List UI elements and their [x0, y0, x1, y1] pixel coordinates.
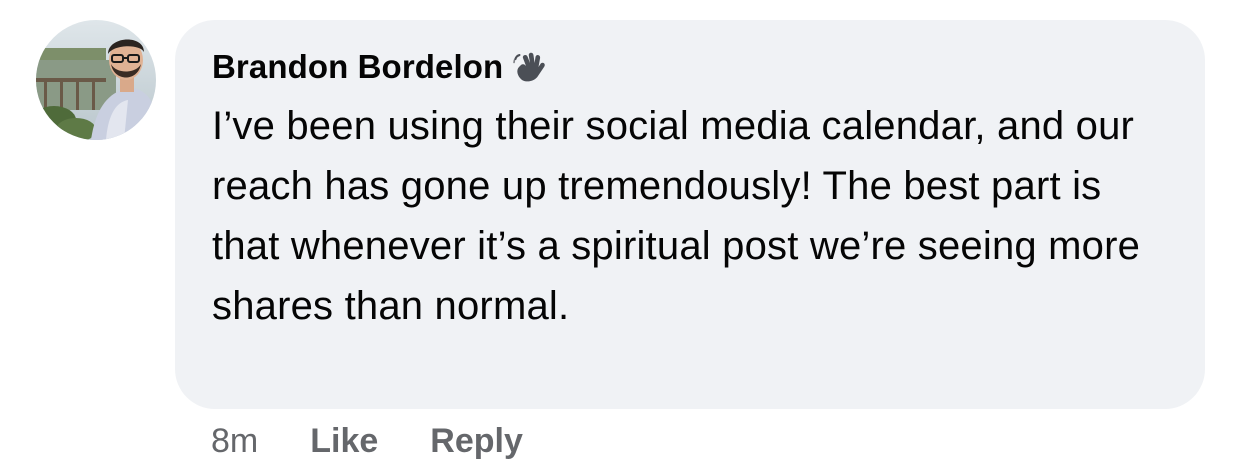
waving-hand-icon: [513, 50, 547, 84]
reply-button[interactable]: Reply: [430, 422, 523, 461]
profile-photo: [36, 20, 156, 140]
comment-text: I’ve been using their social media calen…: [212, 104, 1141, 328]
author-name[interactable]: Brandon Bordelon: [212, 48, 503, 86]
avatar[interactable]: [36, 20, 156, 140]
comment-bubble: Brandon Bordelon I’ve been using their s…: [175, 20, 1205, 409]
comment-actions: 8m Like Reply: [211, 418, 575, 464]
like-button[interactable]: Like: [310, 422, 378, 461]
timestamp[interactable]: 8m: [211, 422, 258, 461]
author-row: Brandon Bordelon: [212, 44, 1169, 90]
comment: Brandon Bordelon I’ve been using their s…: [0, 0, 1242, 472]
